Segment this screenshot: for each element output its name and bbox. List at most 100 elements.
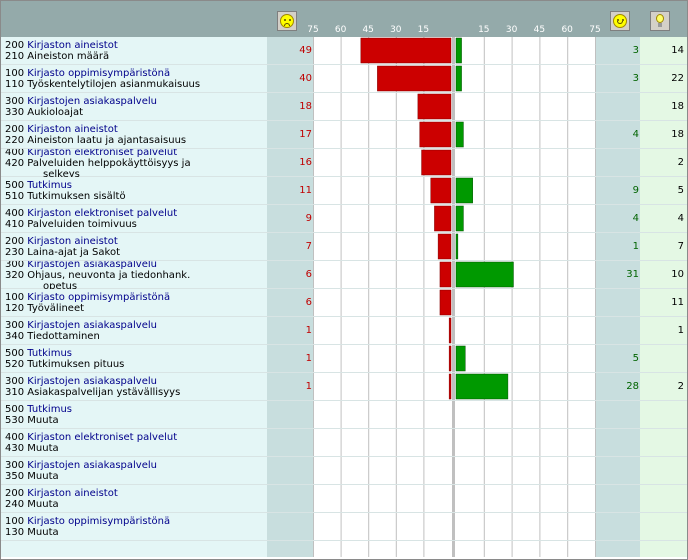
negative-value: 16 bbox=[299, 157, 312, 168]
extra-value: 7 bbox=[677, 241, 684, 252]
group-line: 300 Kirjastojen asiakaspalvelu bbox=[5, 376, 157, 387]
group-code: 500 bbox=[5, 404, 25, 415]
positive-value: 1 bbox=[632, 241, 639, 252]
right-axis-tick: 30 bbox=[505, 25, 518, 35]
table-row: 300 Kirjastojen asiakaspalvelu 350 Muuta bbox=[1, 457, 687, 485]
group-name: Kirjaston aineistot bbox=[27, 488, 118, 499]
negative-value: 17 bbox=[299, 129, 312, 140]
group-name: Kirjasto oppimisympäristönä bbox=[27, 516, 171, 527]
item-name: Muuta bbox=[27, 527, 59, 538]
group-line: 300 Kirjastojen asiakaspalvelu bbox=[5, 261, 157, 270]
item-line: 510 Tutkimuksen sisältö bbox=[5, 191, 126, 202]
item-code: 220 bbox=[5, 135, 25, 146]
group-line: 200 Kirjaston aineistot bbox=[5, 124, 118, 135]
item-name: Aineiston määrä bbox=[27, 51, 110, 62]
group-code: 200 bbox=[5, 40, 25, 51]
row-label: 300 Kirjastojen asiakaspalvelu 310 Asiaka… bbox=[1, 373, 267, 401]
negative-value: 6 bbox=[305, 297, 312, 308]
group-name: Kirjasto oppimisympäristönä bbox=[27, 68, 171, 79]
item-name: Muuta bbox=[27, 443, 59, 454]
group-code: 200 bbox=[5, 124, 25, 135]
group-line: 300 Kirjastojen asiakaspalvelu bbox=[5, 96, 157, 107]
item-line: 410 Palveluiden toimivuus bbox=[5, 219, 137, 230]
right-axis-tick: 75 bbox=[589, 25, 601, 35]
extra-value: 1 bbox=[677, 325, 684, 336]
table-row: 200 Kirjaston aineistot 210 Aineiston mää… bbox=[1, 37, 687, 65]
positive-value: 3 bbox=[632, 73, 639, 84]
item-name: Tiedottaminen bbox=[27, 331, 100, 342]
chart-body: 200 Kirjaston aineistot 210 Aineiston mää… bbox=[1, 37, 687, 557]
item-line: 220 Aineiston laatu ja ajantasaisuus bbox=[5, 135, 186, 146]
item-name: Aineiston laatu ja ajantasaisuus bbox=[27, 135, 187, 146]
item-code: 230 bbox=[5, 247, 25, 258]
item-line: 320 Ohjaus, neuvonta ja tiedonhank. bbox=[5, 270, 190, 281]
group-line: 100 Kirjasto oppimisympäristönä bbox=[5, 68, 170, 79]
item-code: 520 bbox=[5, 359, 25, 370]
item-code: 130 bbox=[5, 527, 25, 538]
negative-value: 1 bbox=[305, 353, 312, 364]
item-code: 420 bbox=[5, 158, 25, 169]
table-row: 100 Kirjasto oppimisympäristönä 130 Muuta bbox=[1, 513, 687, 541]
item-name: selkeys bbox=[43, 169, 80, 177]
item-code: 310 bbox=[5, 387, 25, 398]
negative-value: 11 bbox=[299, 185, 312, 196]
item-code: 530 bbox=[5, 415, 25, 426]
row-label: 400 Kirjaston elektroniset palvelut 410 P… bbox=[1, 205, 267, 233]
group-line: 400 Kirjaston elektroniset palvelut bbox=[5, 149, 177, 158]
table-row: 200 Kirjaston aineistot 240 Muuta bbox=[1, 485, 687, 513]
group-name: Kirjastojen asiakaspalvelu bbox=[27, 320, 157, 331]
row-label: 500 Tutkimus 520 Tutkimuksen pituus bbox=[1, 345, 267, 373]
item-line: 130 Muuta bbox=[5, 527, 59, 538]
left-axis-tick: 60 bbox=[334, 25, 347, 35]
table-row: 300 Kirjastojen asiakaspalvelu 320 Ohjaus… bbox=[1, 261, 687, 289]
extra-value: 14 bbox=[671, 45, 684, 56]
group-name: Kirjasto oppimisympäristönä bbox=[27, 292, 171, 303]
item-line: 110 Työskentelytilojen asianmukaisuus bbox=[5, 79, 200, 90]
item-line: 520 Tutkimuksen pituus bbox=[5, 359, 124, 370]
item-code: 430 bbox=[5, 443, 25, 454]
extra-value: 2 bbox=[677, 381, 684, 392]
positive-value: 31 bbox=[626, 269, 639, 280]
left-axis-tick: 15 bbox=[417, 25, 430, 35]
left-axis-tick: 75 bbox=[307, 25, 319, 35]
group-line: 100 Kirjasto oppimisympäristönä bbox=[5, 292, 170, 303]
group-line: 300 Kirjastojen asiakaspalvelu bbox=[5, 460, 157, 471]
group-code: 100 bbox=[5, 68, 25, 79]
right-axis-tick: 60 bbox=[561, 25, 573, 35]
chart-header: 75 60 45 30 15 15 30 45 60 75 bbox=[1, 1, 687, 37]
item-name: Muuta bbox=[27, 499, 59, 510]
item-name: Muuta bbox=[27, 415, 59, 426]
item-code: 330 bbox=[5, 107, 25, 118]
table-row: 400 Kirjaston elektroniset palvelut 420 P… bbox=[1, 149, 687, 177]
row-label: 200 Kirjaston aineistot 210 Aineiston mää… bbox=[1, 37, 267, 65]
negative-value: 49 bbox=[299, 45, 312, 56]
positive-value: 4 bbox=[632, 213, 639, 224]
item-name: Työvälineet bbox=[27, 303, 85, 314]
group-name: Kirjaston aineistot bbox=[27, 124, 118, 135]
extra-value: 5 bbox=[677, 185, 684, 196]
group-line: 400 Kirjaston elektroniset palvelut bbox=[5, 208, 177, 219]
group-code: 300 bbox=[5, 261, 25, 270]
negative-value: 1 bbox=[305, 381, 312, 392]
row-label: 400 Kirjaston elektroniset palvelut 420 P… bbox=[1, 149, 267, 177]
item-line: 210 Aineiston määrä bbox=[5, 51, 109, 62]
item-name: Aukioloajat bbox=[27, 107, 83, 118]
item-name: Laina-ajat ja Sakot bbox=[27, 247, 121, 258]
row-label: 200 Kirjaston aineistot 220 Aineiston laa… bbox=[1, 121, 267, 149]
item-name: Muuta bbox=[27, 471, 59, 482]
group-name: Kirjaston aineistot bbox=[27, 40, 118, 51]
item-line: 330 Aukioloajat bbox=[5, 107, 83, 118]
item-line: 240 Muuta bbox=[5, 499, 59, 510]
item-line: 230 Laina-ajat ja Sakot bbox=[5, 247, 120, 258]
item-code: 510 bbox=[5, 191, 25, 202]
row-label: 500 Tutkimus 510 Tutkimuksen sisältö bbox=[1, 177, 267, 205]
group-name: Tutkimus bbox=[27, 404, 72, 415]
item-code: 350 bbox=[5, 471, 25, 482]
negative-value: 1 bbox=[305, 325, 312, 336]
right-axis-tick: 45 bbox=[533, 25, 546, 35]
group-code: 300 bbox=[5, 96, 25, 107]
extra-value: 18 bbox=[671, 129, 684, 140]
negative-value: 6 bbox=[305, 269, 312, 280]
negative-value: 40 bbox=[299, 73, 312, 84]
left-axis-tick: 45 bbox=[362, 25, 374, 35]
